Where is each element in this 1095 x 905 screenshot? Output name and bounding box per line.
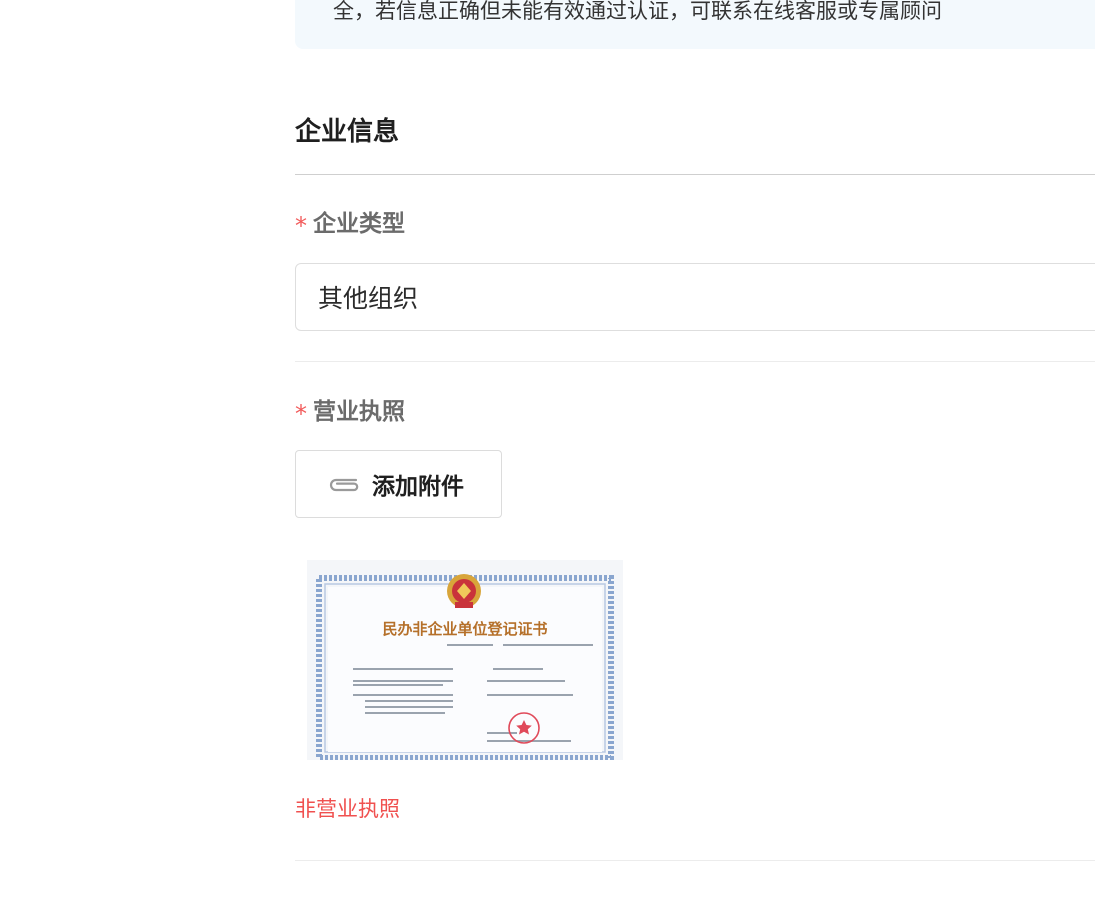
national-emblem-icon bbox=[447, 574, 481, 608]
paperclip-icon bbox=[326, 474, 362, 494]
certificate-thumbnail[interactable]: 民办非企业单位登记证书 bbox=[307, 560, 623, 760]
enterprise-type-value: 其他组织 bbox=[318, 284, 419, 313]
business-license-label-text: 营业执照 bbox=[313, 399, 405, 425]
add-attachment-button[interactable]: 添加附件 bbox=[295, 450, 502, 518]
required-mark: * bbox=[295, 212, 307, 240]
enterprise-type-label: * 企业类型 bbox=[295, 209, 405, 240]
enterprise-info-page: 全，若信息正确但未能有效通过认证，可联系在线客服或专属顾问 企业信息 * 企业类… bbox=[0, 0, 1095, 905]
enterprise-type-select[interactable]: 其他组织 bbox=[295, 263, 1095, 331]
field-divider-bottom bbox=[295, 860, 1095, 861]
enterprise-type-label-text: 企业类型 bbox=[313, 211, 405, 237]
verification-notice: 全，若信息正确但未能有效通过认证，可联系在线客服或专属顾问 bbox=[295, 0, 1095, 49]
notice-text: 全，若信息正确但未能有效通过认证，可联系在线客服或专属顾问 bbox=[333, 0, 942, 23]
section-title: 企业信息 bbox=[295, 117, 400, 147]
certificate-title: 民办非企业单位登记证书 bbox=[382, 620, 547, 638]
field-divider bbox=[295, 361, 1095, 362]
required-mark: * bbox=[295, 400, 307, 428]
section-divider bbox=[295, 174, 1095, 175]
license-error-message: 非营业执照 bbox=[295, 797, 400, 821]
business-license-label: * 营业执照 bbox=[295, 397, 405, 428]
add-attachment-label: 添加附件 bbox=[372, 474, 464, 500]
